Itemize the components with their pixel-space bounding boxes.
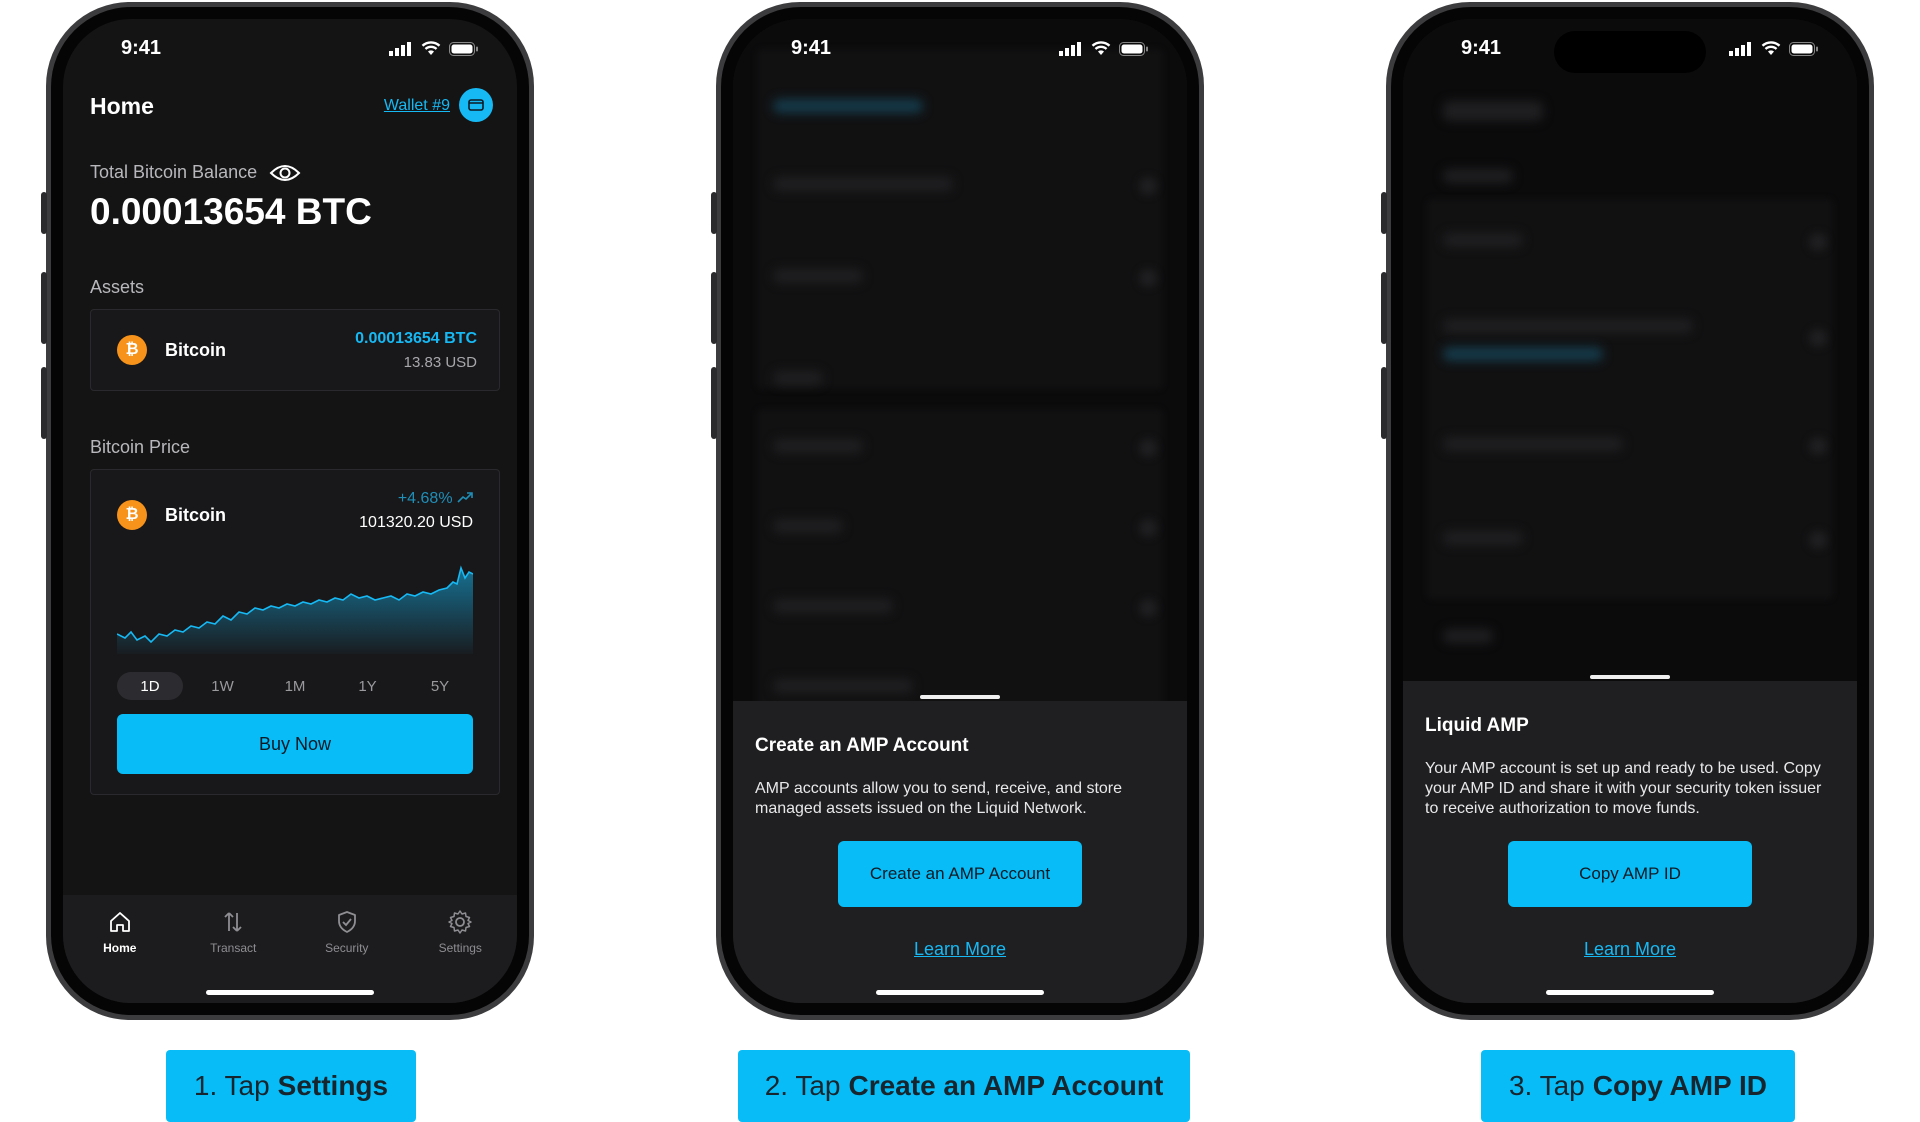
blurred-settings-background xyxy=(1403,19,1857,681)
gear-icon xyxy=(448,910,472,934)
status-bar: 9:41 xyxy=(733,19,1187,79)
trend-up-icon xyxy=(457,492,473,503)
price-card-name: Bitcoin xyxy=(165,504,226,525)
create-amp-screen: 9:41 Create an AMP Account AMP accounts … xyxy=(733,19,1187,1003)
battery-icon xyxy=(1119,41,1148,56)
price-label: Bitcoin Price xyxy=(90,437,191,457)
balance-value: 0.00013654 BTC xyxy=(90,191,372,232)
tab-bar: Home Transact Security Settings xyxy=(63,895,517,1003)
step-2-prefix: 2. Tap xyxy=(764,1070,841,1101)
sheet-title: Create an AMP Account xyxy=(755,735,969,756)
sheet-title: Liquid AMP xyxy=(1425,715,1529,736)
range-1w[interactable]: 1W xyxy=(190,672,256,700)
asset-amount-usd: 13.83 USD xyxy=(403,354,477,371)
buy-now-button[interactable]: Buy Now xyxy=(117,714,473,774)
liquid-amp-sheet: Liquid AMP Your AMP account is set up an… xyxy=(1403,675,1857,1003)
step-3-caption: 3. Tap Copy AMP ID xyxy=(1481,1050,1795,1122)
range-selector: 1D 1W 1M 1Y 5Y xyxy=(117,672,473,700)
sheet-grabber[interactable] xyxy=(1590,675,1670,679)
blurred-settings-background xyxy=(733,19,1187,701)
phone-home: 9:41 Home Wallet #9 Total Bitcoin Balanc… xyxy=(41,2,534,1020)
price-chart-area xyxy=(117,568,473,654)
shield-icon xyxy=(337,911,356,933)
cellular-signal-icon xyxy=(1059,41,1081,56)
wallet-icon xyxy=(468,99,484,111)
tab-settings[interactable]: Settings xyxy=(415,909,505,1003)
learn-more-link[interactable]: Learn More xyxy=(733,939,1187,960)
price-change-value: +4.68% xyxy=(397,490,453,507)
step-2-caption: 2. Tap Create an AMP Account xyxy=(738,1050,1190,1122)
balance-label-row: Total Bitcoin Balance xyxy=(90,162,301,183)
sheet-description: Your AMP account is set up and ready to … xyxy=(1425,760,1822,817)
eye-icon[interactable] xyxy=(269,163,301,183)
tab-settings-label: Settings xyxy=(438,941,482,955)
asset-row-bitcoin[interactable]: ₿ Bitcoin 0.00013654 BTC 13.83 USD xyxy=(90,309,500,391)
range-1y[interactable]: 1Y xyxy=(335,672,401,700)
tab-security-label: Security xyxy=(325,941,369,955)
battery-icon xyxy=(449,41,478,56)
status-time: 9:41 xyxy=(1461,37,1502,59)
asset-name: Bitcoin xyxy=(165,339,226,360)
range-1d[interactable]: 1D xyxy=(117,672,183,700)
wallet-button[interactable] xyxy=(459,88,493,122)
phone-copy-amp-id: 9:41 Liquid AMP Your AMP account is set … xyxy=(1381,2,1874,1020)
price-card: ₿ Bitcoin +4.68% 101320.20 USD 1D 1W 1M … xyxy=(90,469,500,795)
tab-transact[interactable]: Transact xyxy=(188,909,278,1003)
page-title: Home xyxy=(90,93,154,119)
copy-amp-id-button[interactable]: Copy AMP ID xyxy=(1508,841,1752,907)
home-indicator xyxy=(206,990,374,995)
wifi-icon xyxy=(1761,41,1781,55)
tab-home[interactable]: Home xyxy=(75,909,165,1003)
transact-icon xyxy=(224,912,242,932)
status-bar: 9:41 xyxy=(63,19,517,79)
battery-icon xyxy=(1789,41,1818,56)
bitcoin-icon: ₿ xyxy=(117,500,147,530)
price-chart xyxy=(117,565,473,654)
status-time: 9:41 xyxy=(121,37,162,59)
cellular-signal-icon xyxy=(389,41,411,56)
step-1-caption: 1. Tap Settings xyxy=(166,1050,416,1122)
sheet-description: AMP accounts allow you to send, receive,… xyxy=(755,780,1123,817)
phone-create-amp: 9:41 Create an AMP Account AMP accounts … xyxy=(711,2,1204,1020)
tab-home-label: Home xyxy=(103,941,137,955)
home-screen: 9:41 Home Wallet #9 Total Bitcoin Balanc… xyxy=(63,19,517,1003)
balance-label: Total Bitcoin Balance xyxy=(90,162,258,182)
dynamic-island xyxy=(1554,31,1706,73)
home-indicator xyxy=(1546,990,1714,995)
home-icon xyxy=(109,912,130,932)
tab-security[interactable]: Security xyxy=(302,909,392,1003)
step-1-prefix: 1. Tap xyxy=(193,1070,270,1101)
price-value: 101320.20 USD xyxy=(359,514,473,531)
create-amp-sheet: Create an AMP Account AMP accounts allow… xyxy=(733,695,1187,1003)
step-3-action: Copy AMP ID xyxy=(1592,1070,1767,1101)
wifi-icon xyxy=(421,41,441,55)
wifi-icon xyxy=(1091,41,1111,55)
create-amp-account-button[interactable]: Create an AMP Account xyxy=(838,841,1082,907)
range-5y[interactable]: 5Y xyxy=(407,672,473,700)
step-2-action: Create an AMP Account xyxy=(848,1070,1164,1101)
tab-transact-label: Transact xyxy=(210,941,257,955)
home-indicator xyxy=(876,990,1044,995)
status-time: 9:41 xyxy=(791,37,832,59)
range-1m[interactable]: 1M xyxy=(262,672,328,700)
wallet-link[interactable]: Wallet #9 xyxy=(384,97,450,115)
asset-amount-btc: 0.00013654 BTC xyxy=(355,330,477,347)
step-3-prefix: 3. Tap xyxy=(1508,1070,1585,1101)
copy-amp-screen: 9:41 Liquid AMP Your AMP account is set … xyxy=(1403,19,1857,1003)
learn-more-link[interactable]: Learn More xyxy=(1403,939,1857,960)
cellular-signal-icon xyxy=(1729,41,1751,56)
price-change: +4.68% xyxy=(398,490,473,508)
bitcoin-icon: ₿ xyxy=(117,335,147,365)
sheet-grabber[interactable] xyxy=(920,695,1000,699)
step-1-action: Settings xyxy=(277,1070,389,1101)
assets-label: Assets xyxy=(90,277,145,297)
